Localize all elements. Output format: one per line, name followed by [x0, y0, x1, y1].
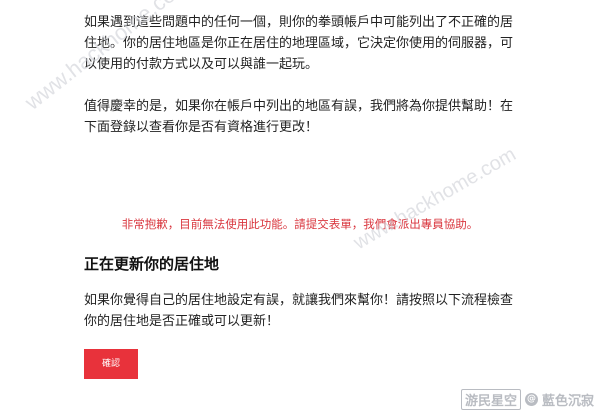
- help-paragraph: 值得慶幸的是，如果你在帳戶中列出的地區有誤，我們將為你提供幫助！在下面登錄以查看…: [84, 99, 514, 135]
- at-icon: @: [524, 393, 538, 406]
- error-message: 非常抱歉，目前無法使用此功能。請提交表單，我們會派出專員協助。: [121, 217, 479, 231]
- watermark-right: www.hackhome.com: [350, 143, 520, 255]
- watermark-logo-text: 藍色沉寂: [541, 394, 594, 409]
- confirm-button[interactable]: 確認: [84, 349, 138, 379]
- watermark-logo-boxed: 游民星空: [460, 389, 521, 410]
- watermark-logo: 游民星空 @ 藍色沉寂: [460, 389, 594, 410]
- section-heading: 正在更新你的居住地: [84, 255, 220, 273]
- update-paragraph: 如果你覺得自己的居住地設定有誤，就讓我們來幫你！請按照以下流程檢查你的居住地是否…: [84, 293, 514, 329]
- intro-paragraph: 如果遇到這些問題中的任何一個，則你的拳頭帳戶中可能列出了不正確的居住地。你的居住…: [84, 15, 514, 72]
